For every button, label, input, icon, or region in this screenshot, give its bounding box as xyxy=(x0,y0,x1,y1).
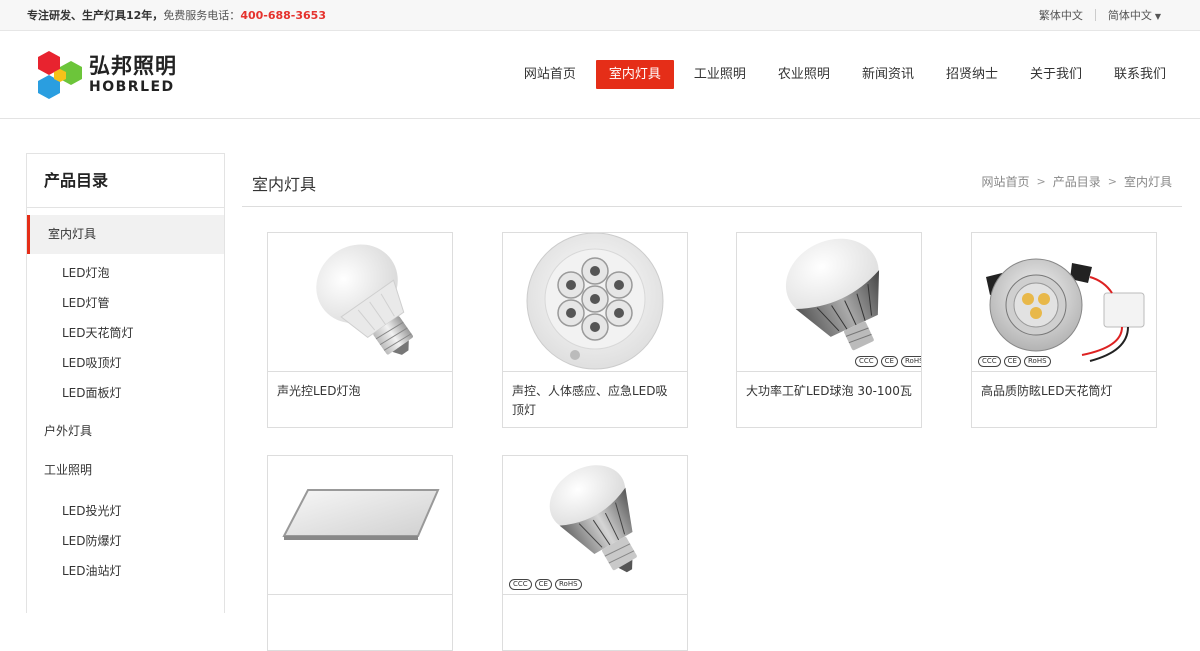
certification-marks: CCCCERoHS xyxy=(509,579,582,590)
product-name[interactable] xyxy=(268,595,452,605)
sidebar-item-led-panel[interactable]: LED面板灯 xyxy=(27,378,224,408)
nav-industrial-lighting[interactable]: 工业照明 xyxy=(678,60,762,89)
rohs-mark: RoHS xyxy=(900,356,921,367)
site-logo[interactable]: 弘邦照明 HOBRLED xyxy=(33,49,177,101)
product-card[interactable]: CCC CE RoHS 高品质防眩LED天花筒灯 xyxy=(971,232,1157,428)
product-image-panel-light[interactable] xyxy=(268,456,452,595)
certification-marks: CCCCERoHS xyxy=(978,356,1051,367)
breadcrumb-catalog[interactable]: 产品目录 xyxy=(1053,173,1101,190)
product-card[interactable]: CCCCERoHS 大功率工矿LED球泡 30-100瓦 xyxy=(736,232,922,428)
breadcrumb: 网站首页 > 产品目录 > 室内灯具 xyxy=(982,173,1172,190)
chevron-right-icon: > xyxy=(1036,175,1046,188)
ce-mark: CE xyxy=(880,356,898,367)
nav-home[interactable]: 网站首页 xyxy=(508,60,592,89)
hotline-label: 免费服务电话： xyxy=(163,9,241,22)
nav-contact[interactable]: 联系我们 xyxy=(1098,60,1182,89)
sidebar-item-led-explosion-proof[interactable]: LED防爆灯 xyxy=(27,526,224,556)
certification-marks: CCCCERoHS xyxy=(855,356,921,367)
sidebar-item-outdoor[interactable]: 户外灯具 xyxy=(27,412,224,451)
product-card[interactable]: 声控、人体感应、应急LED吸顶灯 xyxy=(502,232,688,428)
slogan: 专注研发、生产灯具12年， xyxy=(27,9,164,22)
nav-indoor-lighting[interactable]: 室内灯具 xyxy=(595,60,674,89)
product-name[interactable]: 高品质防眩LED天花筒灯 xyxy=(972,372,1156,401)
language-switcher: 繁体中文 简体中文 ▼ xyxy=(1027,7,1173,23)
sidebar-item-led-bulb[interactable]: LED灯泡 xyxy=(27,258,224,288)
sidebar-item-led-tube[interactable]: LED灯管 xyxy=(27,288,224,318)
product-name[interactable] xyxy=(503,595,687,605)
product-image-downlight[interactable]: CCC CE RoHS xyxy=(972,233,1156,372)
main-nav: 网站首页 室内灯具 工业照明 农业照明 新闻资讯 招贤纳士 关于我们 联系我们 xyxy=(508,60,1182,89)
hotline-phone[interactable]: 400-688-3653 xyxy=(240,9,326,22)
product-image-ceiling-light[interactable] xyxy=(503,233,687,372)
product-name[interactable]: 声控、人体感应、应急LED吸顶灯 xyxy=(503,372,687,420)
nav-careers[interactable]: 招贤纳士 xyxy=(930,60,1014,89)
rohs-mark: RoHS xyxy=(554,579,582,590)
ccc-mark: CCC xyxy=(855,356,878,367)
product-image-aluminum-bulb[interactable]: CCC CE RoHS xyxy=(503,456,687,595)
ce-mark: CE xyxy=(534,579,552,590)
logo-cn: 弘邦照明 xyxy=(89,54,177,78)
logo-text: 弘邦照明 HOBRLED xyxy=(89,54,177,95)
sidebar-item-led-floodlight[interactable]: LED投光灯 xyxy=(27,496,224,526)
sidebar-item-indoor[interactable]: 室内灯具 xyxy=(27,215,224,254)
ccc-mark: CCC xyxy=(978,356,1001,367)
caret-down-icon: ▼ xyxy=(1154,12,1161,21)
product-card[interactable]: 声光控LED灯泡 xyxy=(267,232,453,428)
lang-simplified-label: 简体中文 xyxy=(1107,9,1152,22)
product-image-industrial-bulb[interactable]: CCCCERoHS xyxy=(737,233,921,372)
page-title: 室内灯具 xyxy=(252,175,317,194)
product-image-bulb[interactable] xyxy=(268,233,452,372)
sidebar-title: 产品目录 xyxy=(27,154,224,208)
lang-simplified-select[interactable]: 简体中文 ▼ xyxy=(1096,7,1173,23)
product-name[interactable]: 大功率工矿LED球泡 30-100瓦 xyxy=(737,372,921,401)
product-catalog-sidebar: 产品目录 室内灯具 LED灯泡 LED灯管 LED天花筒灯 LED吸顶灯 LED… xyxy=(26,153,225,613)
logo-hexagons-icon xyxy=(38,51,82,99)
product-card[interactable]: CCC CE RoHS xyxy=(502,455,688,651)
nav-about[interactable]: 关于我们 xyxy=(1014,60,1098,89)
ce-mark: CE xyxy=(1003,356,1021,367)
logo-en: HOBRLED xyxy=(89,79,175,95)
top-bar: 专注研发、生产灯具12年，免费服务电话：400-688-3653 繁体中文 简体… xyxy=(0,0,1200,31)
product-name[interactable]: 声光控LED灯泡 xyxy=(268,372,452,401)
sidebar-item-led-downlight[interactable]: LED天花筒灯 xyxy=(27,318,224,348)
sidebar-item-industrial[interactable]: 工业照明 xyxy=(27,451,224,490)
breadcrumb-current[interactable]: 室内灯具 xyxy=(1124,173,1172,190)
top-bar-info: 专注研发、生产灯具12年，免费服务电话：400-688-3653 xyxy=(27,7,326,23)
breadcrumb-home[interactable]: 网站首页 xyxy=(982,173,1030,190)
chevron-right-icon: > xyxy=(1107,175,1117,188)
site-header: 弘邦照明 HOBRLED 网站首页 室内灯具 工业照明 农业照明 新闻资讯 招贤… xyxy=(0,31,1200,119)
sidebar-item-led-ceiling[interactable]: LED吸顶灯 xyxy=(27,348,224,378)
lang-traditional-link[interactable]: 繁体中文 xyxy=(1027,7,1095,23)
ccc-mark: CCC xyxy=(509,579,532,590)
product-card[interactable] xyxy=(267,455,453,651)
content-header: 室内灯具 网站首页 > 产品目录 > 室内灯具 xyxy=(242,155,1182,207)
nav-news[interactable]: 新闻资讯 xyxy=(846,60,930,89)
rohs-mark: RoHS xyxy=(1023,356,1051,367)
nav-agricultural-lighting[interactable]: 农业照明 xyxy=(762,60,846,89)
sidebar-item-led-gas-station[interactable]: LED油站灯 xyxy=(27,556,224,586)
